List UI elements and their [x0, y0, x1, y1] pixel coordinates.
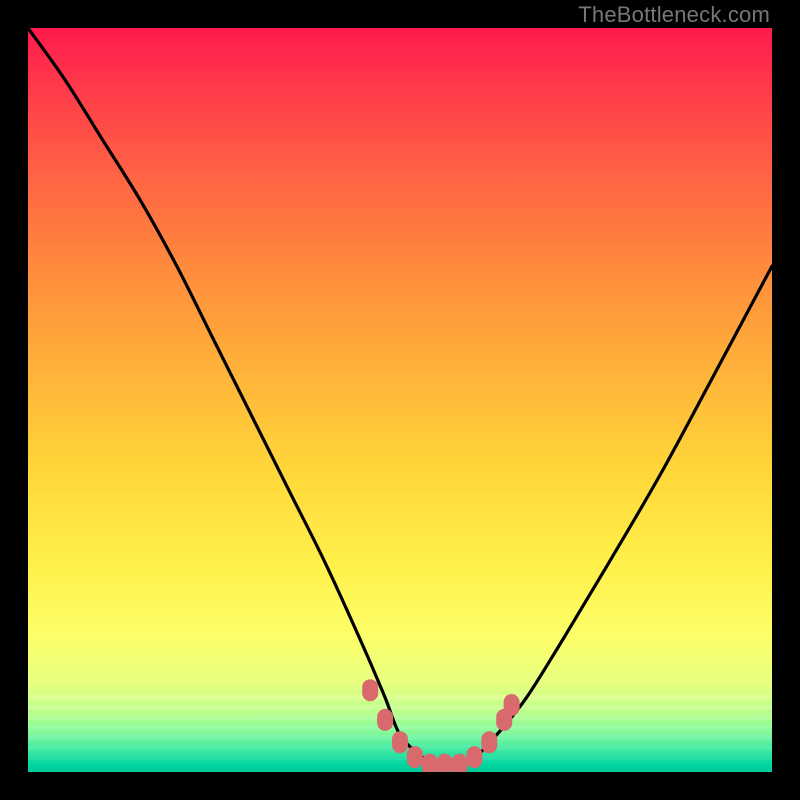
valley-marker: [407, 746, 423, 768]
bottleneck-curve: [28, 28, 772, 766]
valley-marker: [422, 754, 438, 772]
valley-marker: [437, 754, 453, 772]
valley-marker: [377, 709, 393, 731]
valley-markers-group: [362, 679, 519, 772]
valley-marker: [481, 731, 497, 753]
valley-marker: [392, 731, 408, 753]
valley-marker: [452, 754, 468, 772]
valley-marker: [504, 694, 520, 716]
watermark-text: TheBottleneck.com: [578, 2, 770, 28]
plot-area: [28, 28, 772, 772]
curve-layer: [28, 28, 772, 772]
chart-container: TheBottleneck.com: [0, 0, 800, 800]
valley-marker: [362, 679, 378, 701]
valley-marker: [466, 746, 482, 768]
